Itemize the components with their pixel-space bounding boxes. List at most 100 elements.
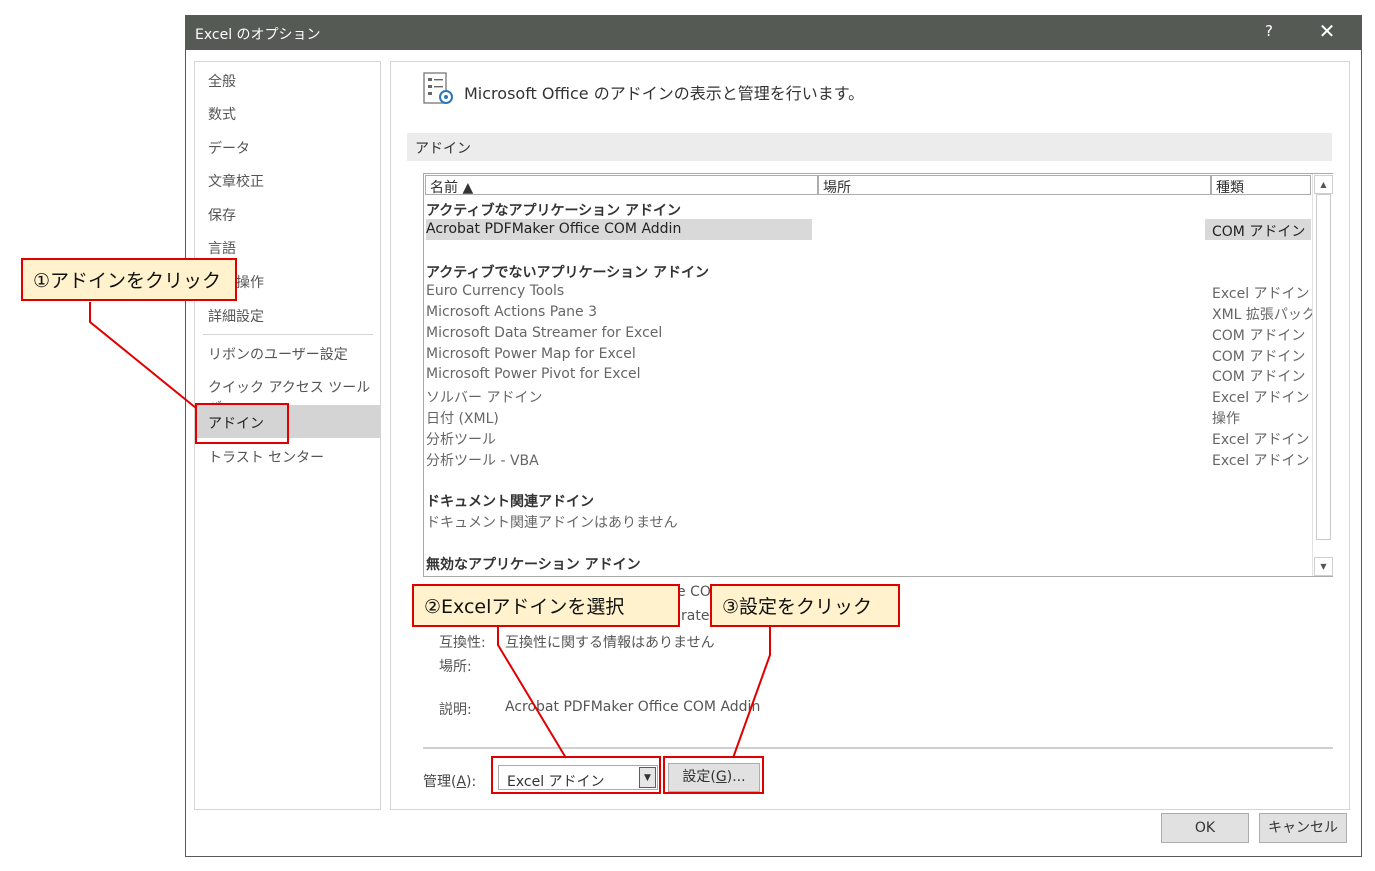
callout-1-leader (89, 302, 197, 409)
addin-type: Excel アドイン (1212, 431, 1310, 448)
table-row[interactable]: ソルバー アドイン Excel アドイン (426, 385, 1310, 406)
addin-type: COM アドイン (1212, 223, 1306, 240)
list-group-header: ドキュメント関連アドイン (426, 489, 1310, 510)
nav-item-quick-access-toolbar[interactable]: クイック アクセス ツール バー (195, 369, 380, 416)
addins-list[interactable]: 名前 ▲ 場所 種類 アクティブなアプリケーション アドイン Acrobat PD… (423, 173, 1333, 577)
nav-item-label: 詳細設定 (208, 309, 264, 325)
description-value: Acrobat PDFMaker Office COM Addin (505, 699, 761, 715)
table-row[interactable] (426, 468, 1310, 489)
addin-type: Excel アドイン (1212, 286, 1310, 303)
addin-type: Excel アドイン (1212, 390, 1310, 407)
manage-label: 管理(A): (423, 771, 476, 791)
manage-label-end: ): (466, 774, 477, 790)
nav-item-label: リボンのユーザー設定 (208, 347, 348, 363)
table-row[interactable]: 分析ツール - VBA Excel アドイン (426, 448, 1310, 469)
nav-item-label: 保存 (208, 208, 236, 224)
excel-options-dialog: Excel のオプション ? ✕ 全般 数式 データ 文章校正 保存 言語 簡単… (185, 15, 1362, 857)
nav-item-proofing[interactable]: 文章校正 (195, 163, 380, 196)
column-header-type[interactable]: 種類 (1211, 175, 1311, 196)
addin-type: COM アドイン (1212, 327, 1306, 344)
addin-name: Microsoft Power Map for Excel (426, 345, 636, 362)
help-button[interactable]: ? (1255, 22, 1283, 40)
addin-type: Excel アドイン (1212, 452, 1310, 469)
table-row[interactable] (426, 531, 1310, 552)
addin-name: 分析ツール - VBA (426, 452, 539, 469)
nav-item-customize-ribbon[interactable]: リボンのユーザー設定 (195, 336, 380, 369)
table-row[interactable] (426, 240, 1310, 261)
table-row[interactable]: 日付 (XML) 操作 (426, 406, 1310, 427)
highlight-go-button (663, 756, 764, 794)
scroll-thumb[interactable] (1316, 194, 1331, 540)
addin-name: Acrobat PDFMaker Office COM Addin (426, 220, 682, 237)
table-row[interactable]: Acrobat PDFMaker Office COM Addin COM アドイ… (426, 218, 1311, 240)
addin-name: Euro Currency Tools (426, 283, 565, 300)
compat-label: 互換性: (439, 635, 486, 651)
addin-name: 日付 (XML) (426, 411, 499, 427)
addin-name: Microsoft Power Pivot for Excel (426, 366, 641, 383)
highlight-addins-nav (195, 403, 289, 444)
vertical-scrollbar[interactable]: ▲ ▼ (1312, 174, 1333, 576)
addin-name: 無効なアプリケーション アドイン (426, 556, 641, 573)
addin-name: Microsoft Data Streamer for Excel (426, 324, 663, 341)
addin-type: COM アドイン (1212, 369, 1306, 386)
detail-publisher-fragment-2: rate (681, 608, 710, 624)
scroll-up-arrow-icon[interactable]: ▲ (1314, 175, 1333, 194)
scroll-down-arrow-icon[interactable]: ▼ (1314, 557, 1333, 576)
column-header-name[interactable]: 名前 ▲ (425, 175, 818, 196)
table-row[interactable]: ドキュメント関連アドインはありません (426, 510, 1310, 531)
list-group-header: 無効なアプリケーション アドイン (426, 552, 1310, 573)
nav-item-label: データ (208, 141, 250, 157)
panel-heading: Microsoft Office のアドインの表示と管理を行います。 (464, 84, 865, 103)
nav-item-label: 全般 (208, 74, 236, 90)
nav-item-label: 言語 (208, 241, 236, 257)
addins-panel: Microsoft Office のアドインの表示と管理を行います。 アドイン … (390, 61, 1350, 810)
addin-name: 分析ツール (426, 431, 496, 448)
addin-name: ドキュメント関連アドインはありません (426, 515, 678, 531)
nav-item-save[interactable]: 保存 (195, 197, 380, 230)
addin-type: COM アドイン (1212, 348, 1306, 365)
nav-item-advanced[interactable]: 詳細設定 (195, 298, 380, 331)
table-row[interactable]: Microsoft Actions Pane 3 XML 拡張パック (426, 302, 1316, 323)
addin-type: XML 拡張パック (1212, 307, 1316, 323)
table-row[interactable]: Euro Currency Tools Excel アドイン (426, 281, 1310, 302)
callout-step-3: ③設定をクリック (710, 584, 900, 627)
table-row[interactable]: Microsoft Data Streamer for Excel COM アドイ… (426, 323, 1310, 344)
addin-name: アクティブなアプリケーション アドイン (426, 203, 682, 219)
cancel-button[interactable]: キャンセル (1259, 813, 1347, 843)
window-title: Excel のオプション (195, 27, 321, 43)
nav-item-label: 数式 (208, 107, 236, 123)
description-label: 説明: (439, 702, 472, 718)
callout-step-1: ①アドインをクリック (21, 258, 237, 301)
addins-settings-icon (423, 72, 453, 104)
addin-name: アクティブでないアプリケーション アドイン (426, 265, 710, 282)
ok-button[interactable]: OK (1161, 813, 1249, 843)
addin-type: 操作 (1212, 411, 1240, 427)
detail-publisher-fragment: e CO (677, 584, 711, 600)
list-group-header: アクティブなアプリケーション アドイン (426, 198, 1310, 219)
table-row[interactable]: Microsoft Power Map for Excel COM アドイン (426, 344, 1310, 365)
nav-item-label: 文章校正 (208, 174, 264, 190)
callout-step-2: ②Excelアドインを選択 (412, 584, 680, 627)
section-header: アドイン (407, 133, 1332, 161)
highlight-manage-dropdown (491, 756, 661, 794)
list-group-header: アクティブでないアプリケーション アドイン (426, 260, 1310, 281)
addin-name: Microsoft Actions Pane 3 (426, 304, 597, 320)
nav-divider (203, 334, 373, 335)
addin-name: ソルバー アドイン (426, 390, 543, 407)
nav-item-label: トラスト センター (208, 450, 325, 466)
title-bar: Excel のオプション ? ✕ (186, 16, 1361, 50)
column-header-location[interactable]: 場所 (818, 175, 1211, 196)
compat-value: 互換性に関する情報はありません (505, 635, 715, 651)
addin-name: ドキュメント関連アドイン (426, 494, 594, 511)
manage-label-accesskey: A (456, 774, 467, 790)
table-row[interactable]: Microsoft Power Pivot for Excel COM アドイン (426, 364, 1310, 385)
close-button[interactable]: ✕ (1312, 19, 1342, 43)
manage-label-text: 管理( (423, 774, 457, 790)
table-row[interactable]: 分析ツール Excel アドイン (426, 427, 1310, 448)
bottom-divider (423, 747, 1333, 749)
nav-item-data[interactable]: データ (195, 130, 380, 163)
nav-item-formulas[interactable]: 数式 (195, 96, 380, 129)
nav-item-general[interactable]: 全般 (195, 63, 380, 96)
section-label: アドイン (415, 141, 471, 157)
location-label: 場所: (439, 659, 472, 675)
